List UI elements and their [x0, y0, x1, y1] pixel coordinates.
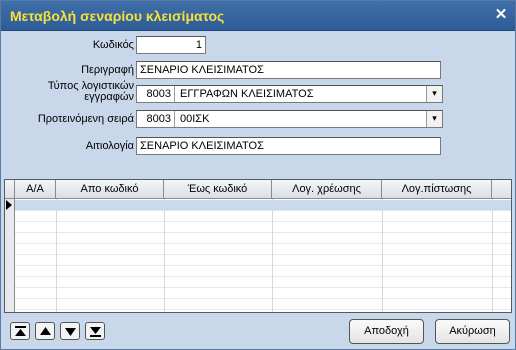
first-record-button[interactable] [10, 322, 30, 340]
first-icon [15, 326, 26, 336]
table-row[interactable] [5, 299, 511, 310]
table-row[interactable] [5, 244, 511, 255]
last-record-button[interactable] [85, 322, 105, 340]
doctype-code: 8003 [137, 86, 175, 102]
series-desc: 00ΙΣΚ [180, 113, 210, 125]
previous-record-button[interactable] [35, 322, 55, 340]
current-row-arrow-icon [6, 200, 12, 210]
column-divider [56, 199, 57, 312]
doctype-desc: ΕΓΓΡΑΦΩΝ ΚΛΕΙΣΙΜΑΤΟΣ [180, 88, 314, 100]
column-header[interactable]: Λογ. χρέωσης [272, 180, 382, 199]
close-icon[interactable]: ✕ [493, 7, 509, 23]
series-label: Προτεινόμενη σειρά [37, 113, 134, 125]
series-select[interactable]: 8003 00ΙΣΚ ▾ [136, 110, 443, 128]
column-divider [164, 199, 165, 312]
table-row[interactable] [5, 266, 511, 277]
description-input[interactable]: ΣΕΝΑΡΙΟ ΚΛΕΙΣΙΜΑΤΟΣ [136, 61, 441, 79]
code-label: Κωδικός [92, 39, 134, 51]
next-record-button[interactable] [60, 322, 80, 340]
code-value: 1 [195, 39, 202, 51]
reason-label: Αιτιολογία [85, 140, 134, 152]
table-row[interactable] [5, 222, 511, 233]
reason-value: ΣΕΝΑΡΙΟ ΚΛΕΙΣΙΜΑΤΟΣ [140, 140, 264, 152]
title-bar[interactable]: Μεταβολή σεναρίου κλεισίματος ✕ [1, 1, 515, 31]
column-header[interactable]: Απο κωδικό [56, 180, 164, 199]
last-icon [90, 327, 101, 337]
table-row[interactable] [5, 200, 511, 211]
grid-header: Α/Α Απο κωδικό Έως κωδικό Λογ. χρέωσης Λ… [5, 180, 511, 199]
accept-button[interactable]: Αποδοχή [349, 319, 424, 344]
doctype-label-line2: εγγραφών [84, 91, 134, 103]
cancel-button[interactable]: Ακύρωση [435, 319, 510, 344]
doctype-select[interactable]: 8003 ΕΓΓΡΑΦΩΝ ΚΛΕΙΣΙΜΑΤΟΣ ▾ [136, 85, 443, 103]
down-icon [65, 328, 76, 336]
table-row[interactable] [5, 233, 511, 244]
chevron-down-icon[interactable]: ▾ [426, 86, 442, 102]
description-label: Περιγραφή [81, 64, 134, 76]
row-indicator-column [5, 199, 15, 312]
accounts-grid[interactable]: Α/Α Απο κωδικό Έως κωδικό Λογ. χρέωσης Λ… [4, 179, 512, 313]
table-row[interactable] [5, 255, 511, 266]
column-header[interactable]: Λογ.πίστωσης [382, 180, 492, 199]
doctype-label: Τύπος λογιστικών εγγραφών [4, 81, 134, 103]
description-value: ΣΕΝΑΡΙΟ ΚΛΕΙΣΙΜΑΤΟΣ [140, 64, 264, 76]
column-divider [382, 199, 383, 312]
scenario-dialog: Μεταβολή σεναρίου κλεισίματος ✕ Κωδικός … [0, 0, 516, 350]
column-header[interactable]: Έως κωδικό [164, 180, 272, 199]
up-icon [40, 327, 51, 335]
column-divider [272, 199, 273, 312]
series-code: 8003 [137, 111, 175, 127]
column-header[interactable]: Α/Α [15, 180, 56, 199]
code-input[interactable]: 1 [136, 36, 206, 54]
dialog-title: Μεταβολή σεναρίου κλεισίματος [10, 8, 225, 24]
table-row[interactable] [5, 211, 511, 222]
column-divider [492, 199, 493, 312]
grid-corner [5, 180, 15, 199]
table-row[interactable] [5, 288, 511, 299]
table-row[interactable] [5, 277, 511, 288]
reason-input[interactable]: ΣΕΝΑΡΙΟ ΚΛΕΙΣΙΜΑΤΟΣ [136, 137, 441, 155]
chevron-down-icon[interactable]: ▾ [426, 111, 442, 127]
